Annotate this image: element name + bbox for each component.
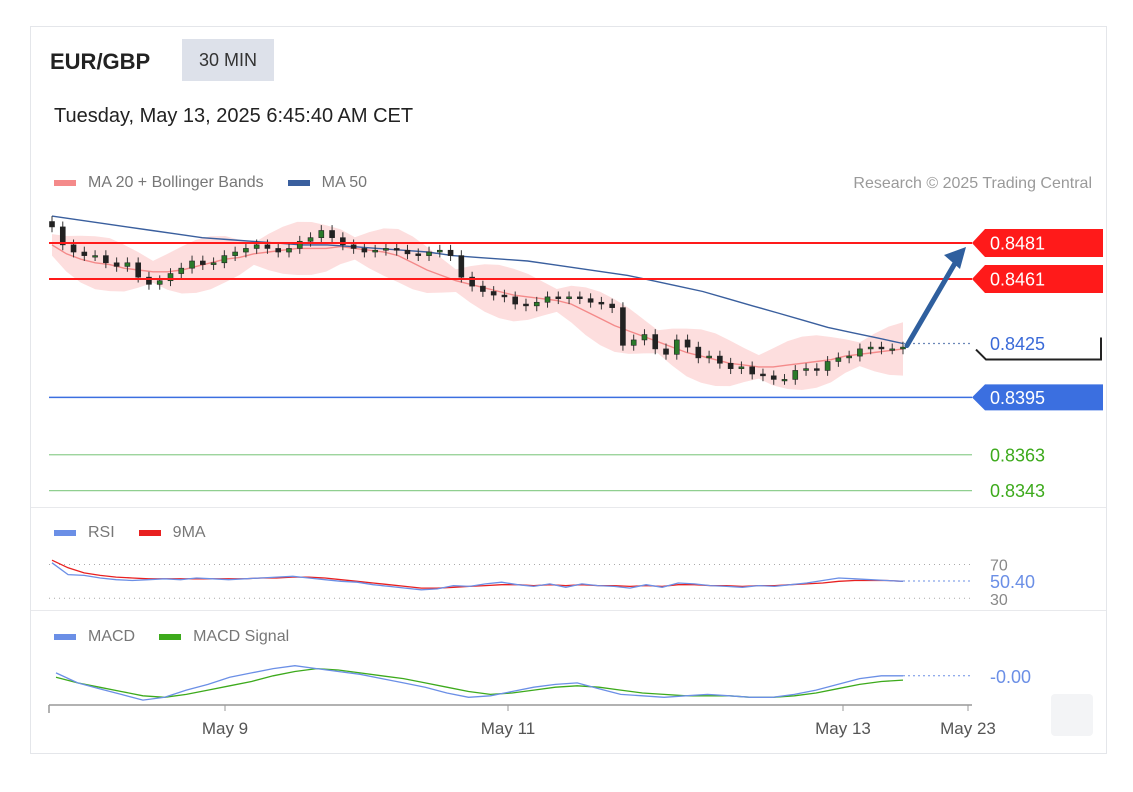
resistance-label: 0.8461 [990, 269, 1045, 289]
support-label: 0.8343 [990, 481, 1045, 501]
candle-body [404, 249, 411, 255]
candle-body [372, 249, 378, 253]
candle-body [393, 248, 400, 251]
candle-body [178, 267, 185, 274]
rsi-last-value: 50.40 [990, 572, 1035, 592]
candle-body [630, 339, 637, 346]
candle-body [900, 346, 906, 350]
candle-body [598, 301, 605, 305]
candle-body [652, 334, 659, 350]
candle-body [264, 244, 271, 249]
candle-body [512, 296, 519, 305]
candle-body [135, 262, 141, 278]
candle-body [760, 373, 766, 377]
candle-body [286, 248, 292, 253]
x-tick-label: May 23 [940, 719, 996, 738]
candle-body [555, 296, 562, 299]
candle-body [70, 244, 77, 253]
candle-body [189, 260, 195, 269]
candle-body [781, 379, 788, 382]
candle-body [501, 294, 508, 298]
candle-body [275, 248, 282, 253]
candle-body [824, 361, 831, 371]
candle-body [361, 248, 368, 253]
macd-signal-line [55, 667, 904, 698]
candle-body [447, 249, 454, 256]
candle-body [684, 339, 691, 348]
candle-body [92, 255, 98, 258]
candle-body [846, 355, 852, 359]
candle-body [566, 296, 572, 299]
bollinger-band-area [52, 221, 903, 390]
candle-body [318, 230, 325, 238]
x-tick-label: May 13 [815, 719, 871, 738]
forecast-arrow-shaft [904, 255, 961, 349]
candle-body [307, 237, 314, 242]
candle-body [533, 301, 540, 307]
candle-body [544, 296, 551, 303]
candle-body [221, 255, 228, 264]
support-label: 0.8363 [990, 445, 1045, 465]
candle-body [878, 346, 885, 350]
candle-body [232, 251, 238, 256]
candle-body [867, 346, 874, 350]
candle-body [857, 348, 863, 357]
candle-body [436, 249, 443, 253]
candle-body [426, 251, 432, 256]
candle-body [641, 334, 648, 341]
candle-body [458, 255, 465, 278]
candle-body [749, 366, 755, 375]
candle-body [200, 260, 206, 265]
candle-body [727, 362, 734, 369]
last-price-label: 0.8425 [990, 334, 1045, 354]
candle-body [480, 285, 486, 292]
candle-body [620, 307, 626, 346]
candle-body [523, 303, 529, 307]
resistance-label: 0.8481 [990, 234, 1045, 254]
macd-last-value: -0.00 [990, 667, 1031, 687]
candle-body [243, 248, 249, 253]
rsi-30-label: 30 [990, 592, 1008, 609]
candle-body [350, 244, 357, 249]
candle-body [803, 368, 809, 371]
rsi-line [51, 562, 904, 591]
candle-body [124, 262, 131, 267]
candle-body [814, 368, 820, 371]
candle-body [490, 291, 497, 296]
pivot-label: 0.8395 [990, 388, 1045, 408]
candle-body [717, 355, 723, 364]
candle-body [156, 280, 163, 285]
candle-body [103, 255, 109, 264]
candle-body [835, 357, 842, 362]
candle-body [383, 248, 389, 251]
candle-body [770, 375, 777, 380]
candle-body [695, 346, 702, 359]
candle-body [889, 348, 896, 351]
candle-body [792, 370, 799, 380]
candle-body [663, 348, 669, 355]
x-tick-label: May 11 [481, 719, 536, 738]
candle-body [587, 298, 594, 303]
candle-body [609, 303, 615, 308]
x-tick-label: May 9 [202, 719, 248, 738]
candle-body [81, 251, 88, 256]
candle-body [210, 262, 217, 265]
candle-body [253, 244, 260, 249]
candle-body [577, 296, 583, 299]
candle-body [329, 230, 335, 238]
candle-body [706, 355, 712, 359]
chart-canvas: 0.84810.84610.84250.83950.83630.83437030… [48, 215, 1103, 738]
candle-body [738, 366, 745, 369]
candle-body [49, 221, 55, 228]
candle-body [415, 253, 422, 256]
candle-body [673, 339, 680, 355]
candle-body [113, 262, 120, 267]
